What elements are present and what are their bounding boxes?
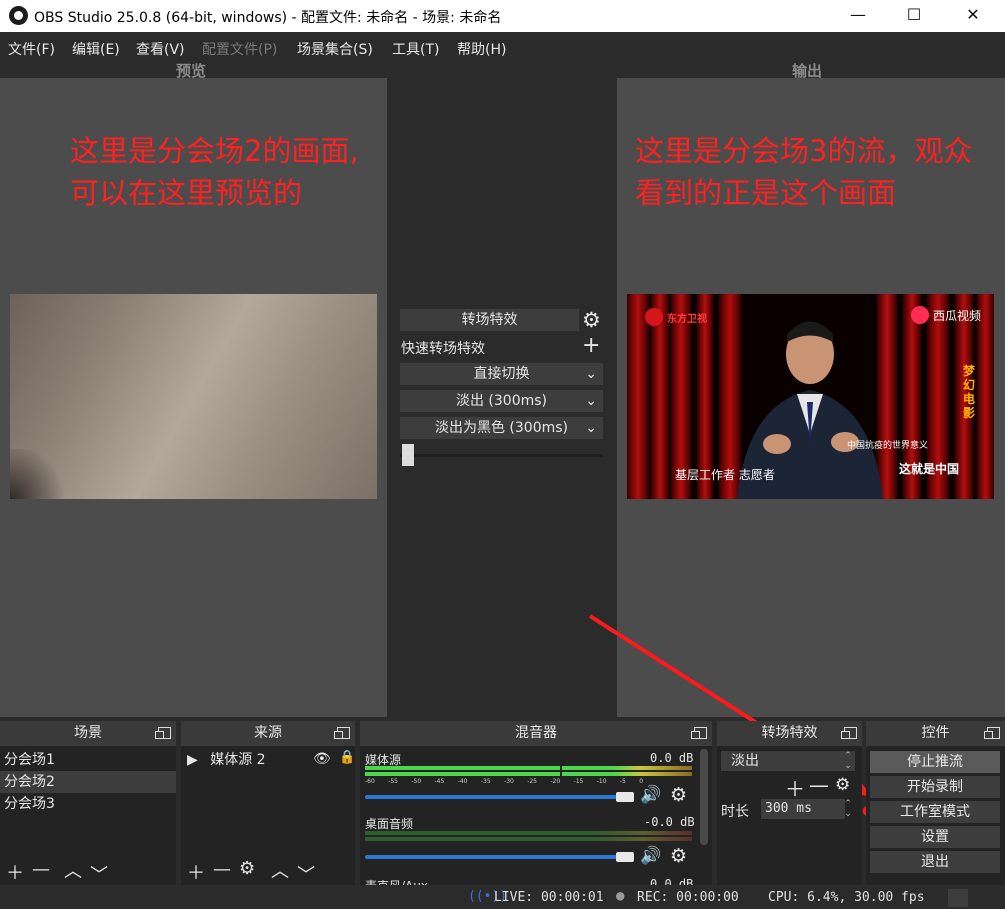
scale-tick: -35 — [480, 778, 491, 785]
rec-time: REC: 00:00:00 — [637, 890, 739, 905]
volume-slider-handle[interactable] — [616, 792, 634, 802]
transition-select-spinner[interactable]: ⌃ ⌄ — [841, 751, 855, 771]
scale-tick: -30 — [504, 778, 514, 785]
scene-item[interactable]: 分会场1 — [0, 749, 176, 771]
move-up-icon[interactable]: ︿ — [64, 857, 82, 883]
volume-slider-handle[interactable] — [616, 852, 634, 862]
scenes-dock: 场景 分会场1 分会场2 分会场3 ＋ — ︿ ﹀ — [0, 721, 176, 887]
mixer-channel-level: 0.0 dB — [650, 751, 694, 765]
audio-mixer-dock: 混音器 媒体源 0.0 dB -60 -55 -50 -45 -40 -35 -… — [360, 721, 712, 885]
add-scene-icon[interactable]: ＋ — [6, 859, 24, 885]
gear-icon[interactable]: ⚙ — [670, 784, 687, 806]
mixer-channel-level: -0.0 dB — [644, 815, 695, 829]
float-dock-icon[interactable] — [691, 727, 707, 739]
scale-tick: -40 — [457, 778, 468, 785]
play-icon: ▶ — [187, 752, 198, 768]
move-up-icon[interactable]: ︿ — [271, 857, 289, 883]
lock-icon[interactable]: 🔒 — [339, 750, 355, 765]
transition-select[interactable]: 淡出 — [721, 751, 851, 771]
mixer-dock-title: 混音器 — [360, 721, 712, 746]
float-dock-icon[interactable] — [841, 727, 857, 739]
scenes-dock-title: 场景 — [0, 721, 176, 746]
exit-button[interactable]: 退出 — [870, 851, 1000, 873]
source-item-label: 媒体源 2 — [210, 752, 266, 768]
controls-title: 控件 — [921, 725, 950, 741]
scenes-title: 场景 — [74, 725, 102, 741]
mixer-scrollbar[interactable] — [700, 749, 708, 845]
speaker-icon[interactable]: 🔊 — [640, 846, 661, 866]
visibility-eye-icon[interactable]: 👁 — [313, 751, 331, 767]
volume-slider[interactable] — [365, 795, 623, 799]
scale-tick: -15 — [573, 778, 584, 785]
meter-scale: -60 -55 -50 -45 -40 -35 -30 -25 -20 -15 … — [365, 778, 643, 785]
scale-tick: -55 — [388, 778, 398, 785]
controls-dock-title: 控件 — [866, 721, 1005, 746]
move-down-icon[interactable]: ﹀ — [297, 861, 315, 887]
transitions-dock-title: 转场特效 — [717, 721, 862, 746]
source-properties-gear-icon[interactable]: ⚙ — [239, 858, 255, 879]
speaker-icon[interactable]: 🔊 — [640, 785, 661, 805]
float-dock-icon[interactable] — [334, 727, 350, 739]
volume-meter-left — [365, 831, 692, 835]
transition-select-value: 淡出 — [731, 753, 759, 769]
volume-meter-right — [562, 766, 692, 770]
remove-scene-icon[interactable]: — — [32, 859, 50, 880]
status-bar: ((•)) LIVE: 00:00:01 ● REC: 00:00:00 CPU… — [0, 885, 1005, 909]
gear-icon[interactable]: ⚙ — [670, 845, 687, 867]
scale-tick: -10 — [596, 778, 607, 785]
scene-item[interactable]: 分会场3 — [0, 793, 176, 815]
mixer-title: 混音器 — [515, 725, 557, 741]
scale-tick: -60 — [365, 778, 375, 785]
volume-slider[interactable] — [365, 855, 623, 859]
add-transition-icon[interactable]: ＋ — [785, 773, 805, 802]
volume-meter-left — [365, 766, 560, 770]
add-source-icon[interactable]: ＋ — [187, 859, 205, 885]
sources-dock-title: 来源 — [181, 721, 355, 746]
duration-label: 时长 — [721, 804, 749, 820]
scale-tick: -50 — [411, 778, 422, 785]
sources-title: 来源 — [254, 725, 282, 741]
scene-item-selected[interactable]: 分会场2 — [0, 771, 176, 793]
float-dock-icon[interactable] — [984, 727, 1000, 739]
scene-transitions-dock: 转场特效 淡出 ⌃ ⌄ ＋ — ⚙ 时长 300 ms ⌃ ⌄ — [717, 721, 862, 885]
volume-meter-right — [365, 837, 692, 841]
settings-button[interactable]: 设置 — [870, 826, 1000, 848]
volume-meter-left-2 — [365, 772, 560, 776]
scale-tick: -20 — [550, 778, 561, 785]
remove-source-icon[interactable]: — — [213, 859, 231, 880]
scale-tick: 0 — [639, 778, 644, 785]
volume-meter-right-2 — [562, 772, 692, 776]
duration-input[interactable]: 300 ms — [761, 799, 845, 819]
move-down-icon[interactable]: ﹀ — [90, 861, 108, 887]
cpu-fps: CPU: 6.4%, 30.00 fps — [768, 890, 925, 905]
float-dock-icon[interactable] — [155, 727, 171, 739]
start-recording-button[interactable]: 开始录制 — [870, 776, 1000, 798]
mixer-channel-level: 0.0 dB — [650, 877, 694, 885]
studio-mode-button[interactable]: 工作室模式 — [870, 801, 1000, 823]
transitions-title: 转场特效 — [761, 725, 818, 741]
scale-tick: -45 — [434, 778, 445, 785]
sources-dock: 来源 ▶ 媒体源 2 👁 🔒 ＋ — ⚙ ︿ ﹀ — [181, 721, 355, 887]
remove-transition-icon[interactable]: — — [809, 773, 829, 797]
resize-grip[interactable] — [948, 889, 968, 907]
transition-properties-gear-icon[interactable]: ⚙ — [835, 775, 850, 795]
mixer-channel-name: 桌面音频 — [365, 817, 414, 831]
stop-streaming-button[interactable]: 停止推流 — [870, 751, 1000, 773]
live-time: LIVE: 00:00:01 — [494, 890, 604, 905]
duration-spinner[interactable]: ⌃ ⌄ — [841, 799, 855, 819]
mixer-channel-name: 麦克风/Aux — [365, 877, 428, 885]
scale-tick: -5 — [619, 778, 626, 785]
record-dot-icon: ● — [616, 888, 625, 904]
scale-tick: -25 — [527, 778, 538, 785]
